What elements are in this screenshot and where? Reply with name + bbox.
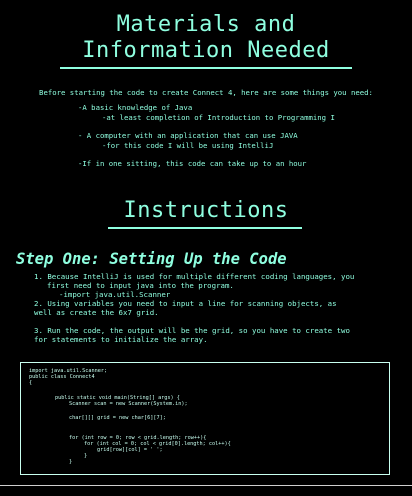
step-line: for statements to initialize the array. — [34, 335, 208, 344]
code-line: } — [84, 453, 88, 459]
step-one-title: Step One: Setting Up the Code — [16, 250, 287, 268]
materials-title-line1: Materials and — [116, 12, 296, 37]
code-line: { — [29, 380, 33, 386]
requirement-subitem: -at least completion of Introduction to … — [102, 113, 335, 122]
requirement-item: - A computer with an application that ca… — [78, 131, 298, 140]
requirement-item: -A basic knowledge of Java — [78, 103, 193, 112]
materials-intro: Before starting the code to create Conne… — [39, 88, 373, 97]
step-line: well as create the 6x7 grid. — [34, 308, 159, 317]
code-line: } — [69, 459, 73, 465]
requirement-subitem: -for this code I will be using IntelliJ — [102, 141, 274, 150]
instructions-underline — [108, 227, 302, 229]
materials-title-line2: Information Needed — [82, 38, 330, 63]
title-underline — [60, 67, 352, 69]
code-line: char[][] grid = new char[6][7]; — [69, 415, 166, 421]
code-line: public class Connect4 — [29, 374, 95, 380]
requirement-item: -If in one sitting, this code can take u… — [78, 159, 307, 168]
document-page: Materials and Information Needed Before … — [0, 0, 412, 496]
instructions-title: Instructions — [123, 198, 289, 223]
page-divider — [0, 485, 412, 486]
code-line: Scanner scan = new Scanner(System.in); — [69, 401, 188, 407]
code-line: grid[row][col] = ' '; — [97, 447, 163, 453]
